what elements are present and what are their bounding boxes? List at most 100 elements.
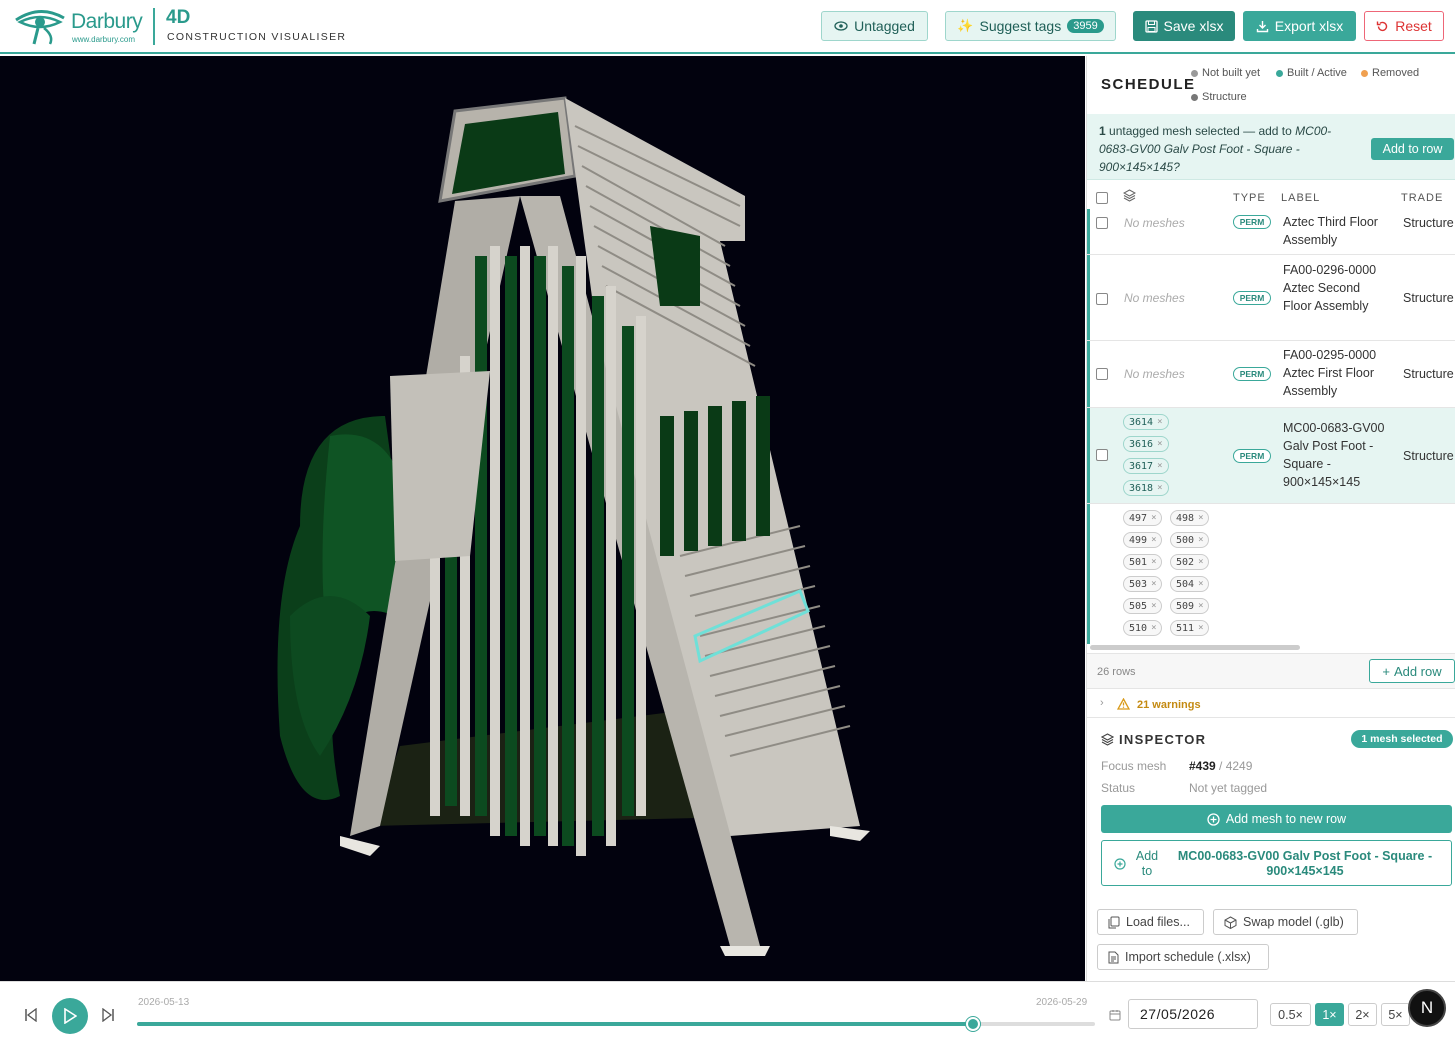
add-mesh-to-new-row-label: Add mesh to new row [1225, 812, 1347, 826]
mesh-chip[interactable]: 3618 × [1123, 480, 1169, 496]
add-to-row-button[interactable]: Add to row [1371, 138, 1454, 160]
reset-label: Reset [1395, 18, 1432, 34]
mesh-chip[interactable]: 503 × [1123, 576, 1163, 592]
app-subtitle: CONSTRUCTION VISUALISER [167, 31, 347, 43]
close-icon[interactable]: × [1157, 483, 1162, 493]
import-schedule-button[interactable]: Import schedule (.xlsx) [1097, 944, 1269, 970]
skip-forward-icon[interactable] [101, 1008, 115, 1022]
speed-1x-button[interactable]: 1× [1315, 1003, 1344, 1026]
close-icon[interactable]: × [1151, 557, 1156, 567]
row-label: FA00-0296-0000 Aztec Second Floor Assemb… [1283, 263, 1377, 313]
mesh-chip[interactable]: 501 × [1123, 554, 1163, 570]
row-label: MC00-0683-GV00 Galv Post Foot - Square -… [1283, 421, 1385, 489]
load-files-label: Load files... [1126, 915, 1190, 929]
timeline-slider-handle[interactable] [966, 1017, 981, 1031]
untagged-label: Untagged [854, 18, 915, 34]
close-icon[interactable]: × [1151, 601, 1156, 611]
focus-mesh-id: #439 [1189, 759, 1216, 773]
date-input[interactable]: 27/05/2026 [1128, 999, 1258, 1029]
table-row[interactable]: No meshes PERM Aztec Third Floor Assembl… [1087, 209, 1455, 255]
skip-back-icon[interactable] [24, 1008, 38, 1022]
mesh-chip[interactable]: 497 × [1123, 510, 1163, 526]
timeline-slider[interactable] [137, 1017, 1095, 1031]
speed-5x-button[interactable]: 5× [1381, 1003, 1410, 1026]
mesh-chip[interactable]: 498 × [1170, 510, 1210, 526]
select-all-checkbox[interactable] [1096, 192, 1108, 204]
table-row[interactable]: No meshes PERM FA00-0295-0000 Aztec Firs… [1087, 341, 1455, 408]
col-type: TYPE [1233, 192, 1266, 204]
close-icon[interactable]: × [1198, 579, 1203, 589]
untagged-button[interactable]: Untagged [821, 11, 928, 41]
close-icon[interactable]: × [1198, 535, 1203, 545]
mesh-chip[interactable]: 499 × [1123, 532, 1163, 548]
mesh-chip[interactable]: 505 × [1123, 598, 1163, 614]
warnings-toggle[interactable]: › 21 warnings [1087, 690, 1455, 718]
row-checkbox[interactable] [1096, 217, 1108, 229]
mesh-chip[interactable]: 504 × [1170, 576, 1210, 592]
close-icon[interactable]: × [1198, 557, 1203, 567]
mesh-chip[interactable]: 500 × [1170, 532, 1210, 548]
mesh-chip[interactable]: 511 × [1170, 620, 1210, 636]
speed-2x-button[interactable]: 2× [1348, 1003, 1377, 1026]
banner-suffix: ? [1173, 160, 1180, 174]
suggest-count-badge: 3959 [1067, 19, 1104, 33]
suggest-tags-button[interactable]: ✨ Suggest tags 3959 [945, 11, 1116, 41]
mesh-chip[interactable]: 510 × [1123, 620, 1163, 636]
close-icon[interactable]: × [1151, 513, 1156, 523]
row-checkbox[interactable] [1096, 368, 1108, 380]
col-trade: TRADE [1401, 192, 1444, 204]
3d-viewport[interactable] [0, 56, 1085, 981]
mesh-chip[interactable]: 3617 × [1123, 458, 1169, 474]
rows-footer: 26 rows + Add row [1087, 653, 1455, 689]
close-icon[interactable]: × [1151, 579, 1156, 589]
type-badge: PERM [1233, 215, 1271, 229]
legend-dot-icon [1361, 69, 1368, 77]
speed-0-5x-button[interactable]: 0.5× [1270, 1003, 1311, 1026]
mesh-chip[interactable]: 3614 × [1123, 414, 1169, 430]
table-row[interactable]: 497 × 498 × 499 × 500 × 501 × 502 × 503 × 504 × 505 × 509 ×… [1087, 504, 1455, 644]
close-icon[interactable]: × [1151, 535, 1156, 545]
legend-structure: Structure [1191, 91, 1247, 103]
legend-not-built: Not built yet [1191, 67, 1260, 79]
close-icon[interactable]: × [1157, 439, 1162, 449]
header-divider [153, 8, 155, 45]
save-xlsx-button[interactable]: Save xlsx [1133, 11, 1235, 41]
reset-button[interactable]: Reset [1364, 11, 1444, 41]
legend-built-active: Built / Active [1276, 67, 1347, 79]
logo-name: Darbury [71, 10, 143, 33]
close-icon[interactable]: × [1157, 417, 1162, 427]
table-header: TYPE LABEL TRADE [1087, 184, 1455, 208]
close-icon[interactable]: × [1151, 623, 1156, 633]
horizontal-scrollbar[interactable] [1090, 645, 1300, 650]
row-checkbox[interactable] [1096, 449, 1108, 461]
close-icon[interactable]: × [1198, 623, 1203, 633]
status-value: Not yet tagged [1189, 781, 1268, 795]
model-render[interactable] [0, 56, 1085, 981]
eye-icon [834, 21, 848, 31]
mesh-chip[interactable]: 509 × [1170, 598, 1210, 614]
mesh-chip[interactable]: 502 × [1170, 554, 1210, 570]
add-row-button[interactable]: + Add row [1369, 659, 1455, 683]
legend-label: Not built yet [1202, 67, 1261, 79]
close-icon[interactable]: × [1198, 513, 1203, 523]
add-mesh-to-new-row-button[interactable]: Add mesh to new row [1101, 805, 1452, 833]
row-checkbox[interactable] [1096, 293, 1108, 305]
load-files-button[interactable]: Load files... [1097, 909, 1204, 935]
table-row[interactable]: No meshes PERM FA00-0296-0000 Aztec Seco… [1087, 255, 1455, 341]
chip-label: 3614 [1129, 416, 1154, 428]
focus-mesh-total: / 4249 [1215, 759, 1253, 773]
timeline-start-date: 2026-05-13 [138, 997, 190, 1008]
table-row-selected[interactable]: 3614 × 3616 × 3617 × 3618 × PERM MC00-0683-G… [1087, 408, 1455, 504]
add-to-row-target-button[interactable]: Add to MC00-0683-GV00 Galv Post Foot - S… [1101, 840, 1452, 886]
mesh-chip[interactable]: 3616 × [1123, 436, 1169, 452]
close-icon[interactable]: × [1157, 461, 1162, 471]
floppy-icon [1144, 19, 1158, 33]
play-button[interactable] [52, 998, 88, 1034]
avatar[interactable]: N [1408, 989, 1446, 1027]
close-icon[interactable]: × [1198, 601, 1203, 611]
chip-label: 509 [1176, 600, 1195, 612]
export-xlsx-button[interactable]: Export xlsx [1243, 11, 1356, 41]
swap-model-button[interactable]: Swap model (.glb) [1213, 909, 1358, 935]
row-status-bar [1087, 209, 1090, 254]
rows-count: 26 rows [1097, 666, 1136, 678]
